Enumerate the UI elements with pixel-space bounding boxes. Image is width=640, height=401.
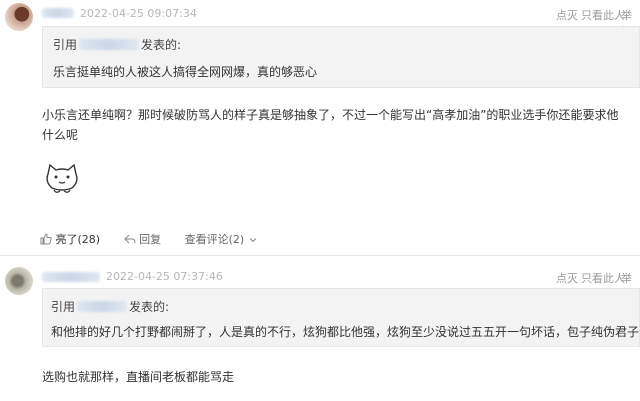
quote-prefix: 引用: [53, 38, 78, 52]
quote-suffix: 发表的:: [129, 300, 170, 314]
only-this-user-link[interactable]: 只看此人: [581, 7, 625, 23]
thumbs-up-icon: [40, 233, 52, 245]
reply-icon: [123, 234, 136, 244]
username[interactable]: [42, 8, 74, 18]
comment-line: 选购也就那样，直播间老板都能骂走: [42, 370, 235, 384]
avatar[interactable]: [5, 267, 33, 295]
reply-label: 回复: [139, 233, 162, 246]
only-this-user-link[interactable]: 只看此人: [581, 270, 625, 286]
comment-body: 小乐言还单纯啊？那时候破防骂人的样子真是够抽象了，不过一个能写出“高孝加油”的职…: [42, 105, 638, 145]
comment-line: 什么呢: [42, 128, 79, 142]
quoted-username[interactable]: [77, 301, 128, 312]
quote-prefix: 引用: [51, 300, 76, 314]
quote-text: 乐言挺单纯的人被这人搞得全网网爆，真的够恶心: [53, 65, 318, 79]
avatar[interactable]: [5, 3, 33, 31]
quote-header: 引用 发表的:: [53, 36, 181, 53]
view-replies-button[interactable]: 查看评论(2): [185, 233, 258, 246]
cat-sticker-icon: [42, 160, 82, 196]
comment-actions: 亮了(28) 回复 查看评论(2): [40, 231, 258, 247]
like-count: 亮了(28): [55, 233, 101, 246]
timestamp: 2022-04-25 07:37:46: [106, 270, 223, 283]
like-button[interactable]: 亮了(28): [40, 233, 104, 246]
quote-suffix: 发表的:: [141, 38, 182, 52]
quote-box: 引用 发表的: 乐言挺单纯的人被这人搞得全网网爆，真的够恶心: [42, 26, 640, 88]
timestamp: 2022-04-25 09:07:34: [80, 7, 197, 20]
reply-button[interactable]: 回复: [123, 233, 165, 246]
quoted-username[interactable]: [79, 39, 140, 50]
chevron-down-icon: [249, 238, 257, 243]
username[interactable]: [42, 272, 100, 282]
quote-text: 和他排的好几个打野都闹掰了，人是真的不行，炫狗都比他强，炫狗至少没说过五五开一句…: [51, 325, 640, 339]
dislike-link[interactable]: 点灭: [556, 270, 578, 286]
divider: [0, 255, 640, 256]
comment-line: 小乐言还单纯啊？那时候破防骂人的样子真是够抽象了，不过一个能写出“高孝加油”的职…: [42, 108, 619, 122]
quote-box: 引用 发表的: 和他排的好几个打野都闹掰了，人是真的不行，炫狗都比他强，炫狗至少没…: [42, 288, 640, 347]
quote-header: 引用 发表的:: [51, 298, 169, 315]
dislike-link[interactable]: 点灭: [556, 7, 578, 23]
comment-body: 选购也就那样，直播间老板都能骂走: [42, 367, 638, 387]
view-replies-label: 查看评论(2): [184, 233, 245, 246]
